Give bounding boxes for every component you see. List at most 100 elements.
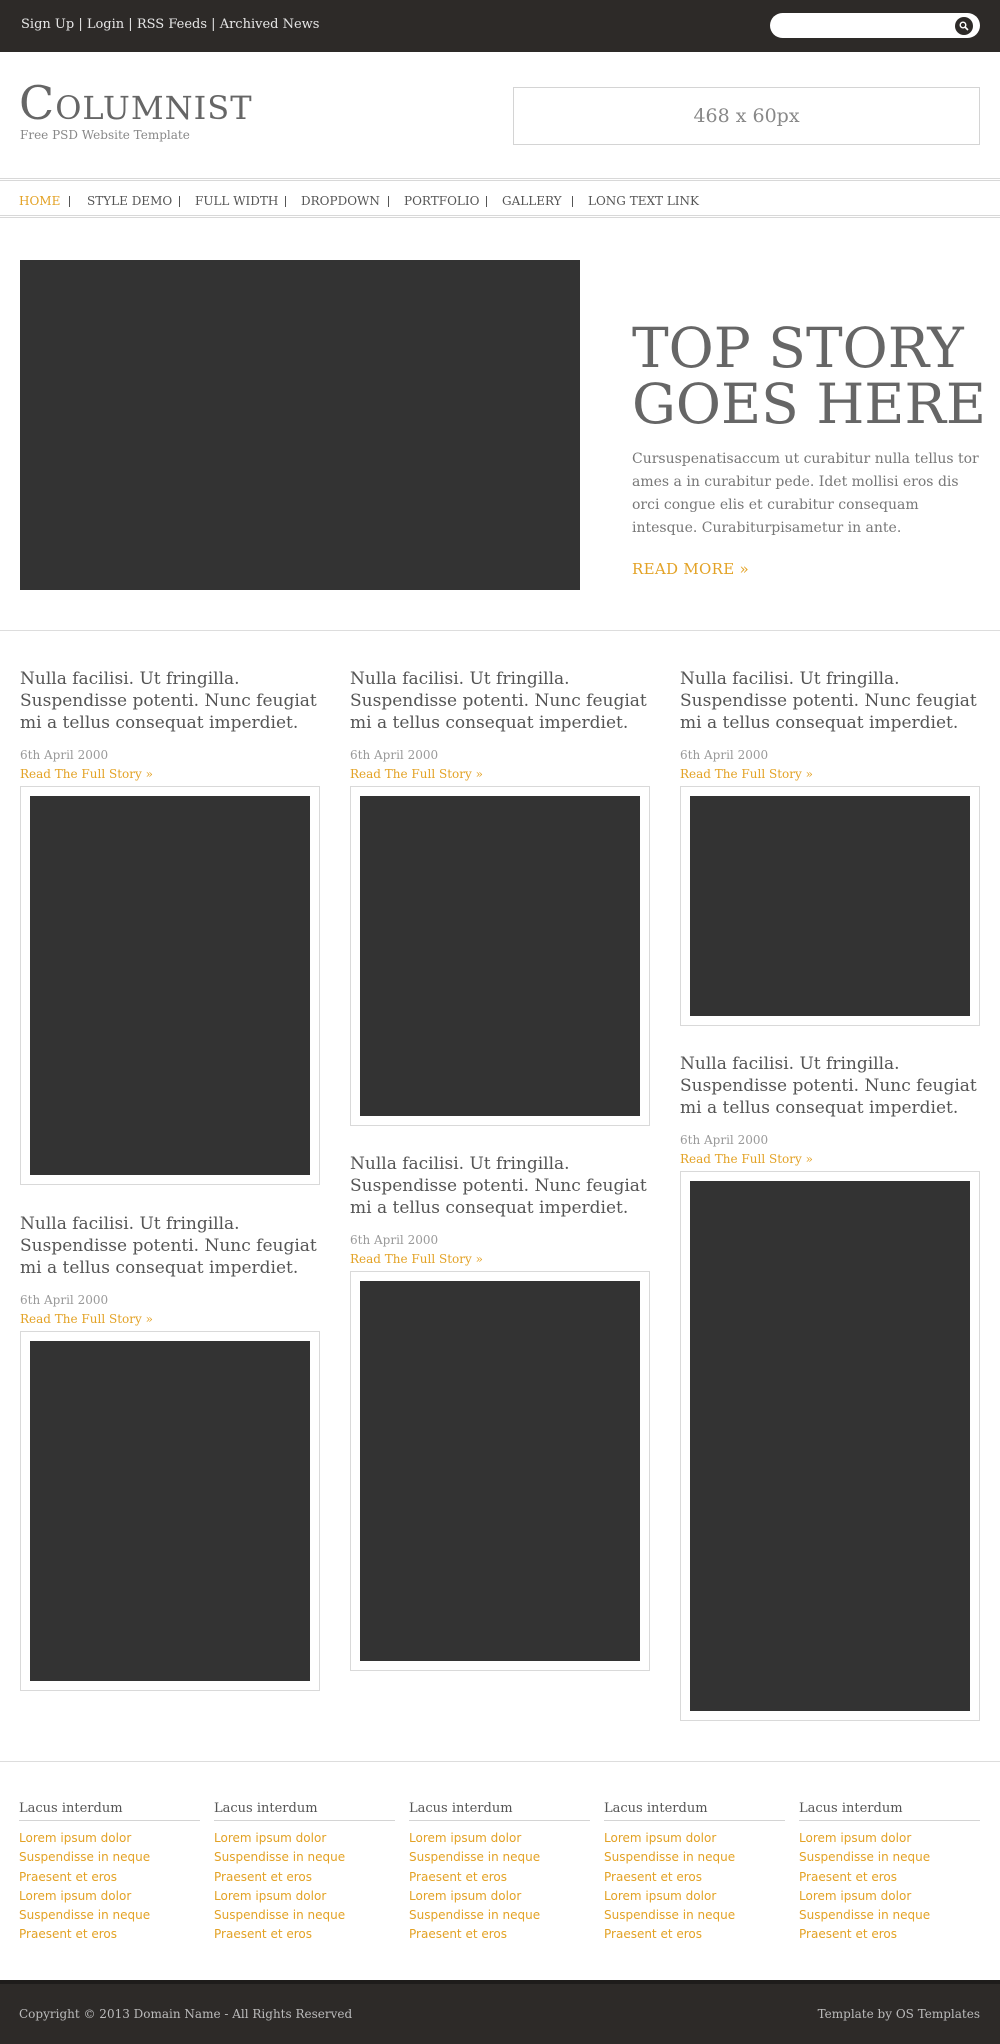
footer-link[interactable]: Suspendisse in neque xyxy=(214,1906,395,1925)
footer-link[interactable]: Lorem ipsum dolor xyxy=(214,1829,395,1848)
search-icon xyxy=(959,21,969,31)
article-title[interactable]: Nulla facilisi. Ut fringilla. Suspendiss… xyxy=(20,1213,320,1279)
footer-column: Lacus interdum Lorem ipsum dolor Suspend… xyxy=(19,1801,200,1945)
top-story-text: Cursuspenatisaccum ut curabitur nulla te… xyxy=(632,451,979,536)
read-full-story-link[interactable]: Read The Full Story » xyxy=(20,767,153,781)
nav-item-gallery[interactable]: Gallery xyxy=(502,194,562,208)
footer-column-heading: Lacus interdum xyxy=(409,1801,590,1821)
article-image-frame xyxy=(20,786,320,1185)
article-image-frame xyxy=(350,1271,650,1671)
article-image-frame xyxy=(680,786,980,1026)
article-date: 6th April 2000 xyxy=(680,748,769,762)
footer-link[interactable]: Lorem ipsum dolor xyxy=(19,1887,200,1906)
footer-link[interactable]: Suspendisse in neque xyxy=(604,1848,785,1867)
footer-link[interactable]: Suspendisse in neque xyxy=(214,1848,395,1867)
search-input[interactable] xyxy=(782,16,942,35)
article-image[interactable] xyxy=(690,1181,970,1711)
article-image-frame xyxy=(350,786,650,1126)
article-image[interactable] xyxy=(360,796,640,1116)
top-links-separator: | xyxy=(78,17,83,32)
footer-link[interactable]: Suspendisse in neque xyxy=(409,1848,590,1867)
article-image-frame xyxy=(20,1331,320,1691)
nav-item-portfolio[interactable]: Portfolio xyxy=(404,194,479,208)
search-button[interactable] xyxy=(955,17,973,35)
footer-link[interactable]: Lorem ipsum dolor xyxy=(19,1829,200,1848)
nav-item-dropdown[interactable]: Dropdown xyxy=(301,194,380,208)
article-card: Nulla facilisi. Ut fringilla. Suspendiss… xyxy=(680,1053,980,1721)
footer-link-list: Lorem ipsum dolor Suspendisse in neque P… xyxy=(604,1829,785,1945)
article-title[interactable]: Nulla facilisi. Ut fringilla. Suspendiss… xyxy=(350,668,650,734)
article-title[interactable]: Nulla facilisi. Ut fringilla. Suspendiss… xyxy=(350,1153,650,1219)
read-full-story-link[interactable]: Read The Full Story » xyxy=(350,1252,483,1266)
footer-link[interactable]: Lorem ipsum dolor xyxy=(799,1887,980,1906)
footer-link-list: Lorem ipsum dolor Suspendisse in neque P… xyxy=(19,1829,200,1945)
ad-banner-placeholder: 468 x 60px xyxy=(513,87,980,145)
rss-feeds-link[interactable]: RSS Feeds xyxy=(137,17,207,32)
divider xyxy=(0,1761,1000,1762)
footer-link[interactable]: Praesent et eros xyxy=(604,1868,785,1887)
footer-link[interactable]: Praesent et eros xyxy=(604,1925,785,1944)
footer-link[interactable]: Suspendisse in neque xyxy=(799,1906,980,1925)
article-image-frame xyxy=(680,1171,980,1721)
top-story-image[interactable] xyxy=(20,260,580,590)
footer-link[interactable]: Lorem ipsum dolor xyxy=(799,1829,980,1848)
footer-link[interactable]: Lorem ipsum dolor xyxy=(604,1829,785,1848)
article-title[interactable]: Nulla facilisi. Ut fringilla. Suspendiss… xyxy=(680,668,980,734)
footer-link[interactable]: Praesent et eros xyxy=(409,1925,590,1944)
footer-link[interactable]: Praesent et eros xyxy=(19,1868,200,1887)
archived-news-link[interactable]: Archived News xyxy=(220,17,320,32)
footer-link[interactable]: Praesent et eros xyxy=(409,1868,590,1887)
footer-link-list: Lorem ipsum dolor Suspendisse in neque P… xyxy=(214,1829,395,1945)
top-links-separator: | xyxy=(128,17,133,32)
template-credit-link[interactable]: Template by OS Templates xyxy=(818,2007,980,2021)
footer-link[interactable]: Suspendisse in neque xyxy=(604,1906,785,1925)
footer-column-heading: Lacus interdum xyxy=(799,1801,980,1821)
main-nav: Home Style Demo Full Width Dropdown Port… xyxy=(0,178,1000,218)
footer-column: Lacus interdum Lorem ipsum dolor Suspend… xyxy=(214,1801,395,1945)
footer-link[interactable]: Lorem ipsum dolor xyxy=(409,1829,590,1848)
nav-item-long-text-link[interactable]: Long Text Link xyxy=(588,194,699,208)
article-card: Nulla facilisi. Ut fringilla. Suspendiss… xyxy=(680,668,980,1026)
footer-link[interactable]: Suspendisse in neque xyxy=(409,1906,590,1925)
nav-separator xyxy=(388,196,389,207)
top-bar: Sign Up | Login | RSS Feeds | Archived N… xyxy=(0,0,1000,52)
nav-item-home[interactable]: Home xyxy=(19,194,60,208)
footer-link[interactable]: Suspendisse in neque xyxy=(19,1848,200,1867)
footer-link[interactable]: Lorem ipsum dolor xyxy=(604,1887,785,1906)
nav-separator xyxy=(179,196,180,207)
article-image[interactable] xyxy=(30,796,310,1175)
footer-column-heading: Lacus interdum xyxy=(604,1801,785,1821)
footer-link[interactable]: Praesent et eros xyxy=(214,1868,395,1887)
article-title[interactable]: Nulla facilisi. Ut fringilla. Suspendiss… xyxy=(20,668,320,734)
top-story-title[interactable]: Top Story Goes Here xyxy=(632,320,992,432)
nav-item-style-demo[interactable]: Style Demo xyxy=(87,194,172,208)
article-title[interactable]: Nulla facilisi. Ut fringilla. Suspendiss… xyxy=(680,1053,980,1119)
read-full-story-link[interactable]: Read The Full Story » xyxy=(20,1312,153,1326)
site-logo[interactable]: Columnist xyxy=(19,80,253,126)
footer-column-heading: Lacus interdum xyxy=(19,1801,200,1821)
login-link[interactable]: Login xyxy=(87,17,124,32)
footer-link[interactable]: Lorem ipsum dolor xyxy=(409,1887,590,1906)
footer-link[interactable]: Praesent et eros xyxy=(799,1868,980,1887)
footer-column: Lacus interdum Lorem ipsum dolor Suspend… xyxy=(799,1801,980,1945)
top-story-read-more-link[interactable]: Read More » xyxy=(632,560,749,578)
nav-separator xyxy=(285,196,286,207)
article-date: 6th April 2000 xyxy=(20,1293,109,1307)
footer-link[interactable]: Praesent et eros xyxy=(19,1925,200,1944)
read-full-story-link[interactable]: Read The Full Story » xyxy=(680,767,813,781)
article-date: 6th April 2000 xyxy=(20,748,109,762)
footer-link[interactable]: Suspendisse in neque xyxy=(799,1848,980,1867)
read-full-story-link[interactable]: Read The Full Story » xyxy=(350,767,483,781)
signup-link[interactable]: Sign Up xyxy=(21,17,74,32)
footer-link[interactable]: Lorem ipsum dolor xyxy=(214,1887,395,1906)
article-date: 6th April 2000 xyxy=(350,1233,439,1247)
article-image[interactable] xyxy=(360,1281,640,1661)
article-image[interactable] xyxy=(30,1341,310,1681)
read-full-story-link[interactable]: Read The Full Story » xyxy=(680,1152,813,1166)
footer-link[interactable]: Suspendisse in neque xyxy=(19,1906,200,1925)
search-box xyxy=(770,13,980,38)
footer-link[interactable]: Praesent et eros xyxy=(799,1925,980,1944)
nav-item-full-width[interactable]: Full Width xyxy=(195,194,278,208)
footer-link[interactable]: Praesent et eros xyxy=(214,1925,395,1944)
article-image[interactable] xyxy=(690,796,970,1016)
